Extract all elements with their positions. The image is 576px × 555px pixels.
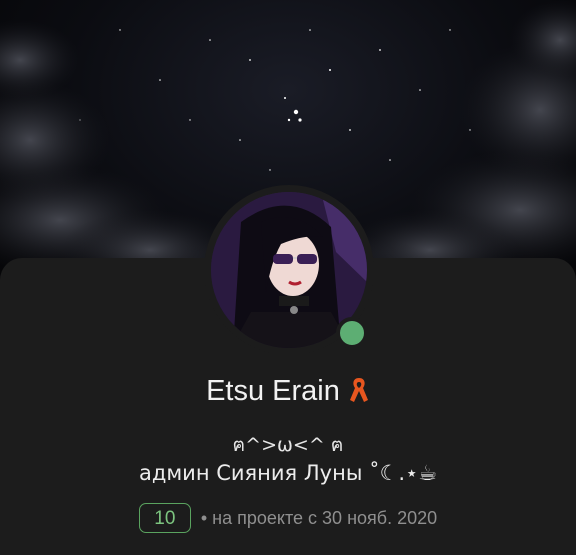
level-badge[interactable]: 10 xyxy=(138,503,191,533)
online-status-indicator xyxy=(336,317,368,349)
profile-meta-row: 10 • на проекте с 30 нояб. 2020 xyxy=(0,502,576,534)
orange-ribbon-icon xyxy=(348,376,370,412)
profile-bio: админ Сияния Луны ˚☾.⋆☕ xyxy=(138,461,438,485)
profile-name-row: Etsu Erain xyxy=(0,375,576,412)
member-since: • на проекте с 30 нояб. 2020 xyxy=(200,507,438,528)
display-name: Etsu Erain xyxy=(206,375,340,407)
status-line: ฅ^>ω<^ ฅ xyxy=(232,434,344,456)
avatar-container[interactable] xyxy=(204,185,374,355)
